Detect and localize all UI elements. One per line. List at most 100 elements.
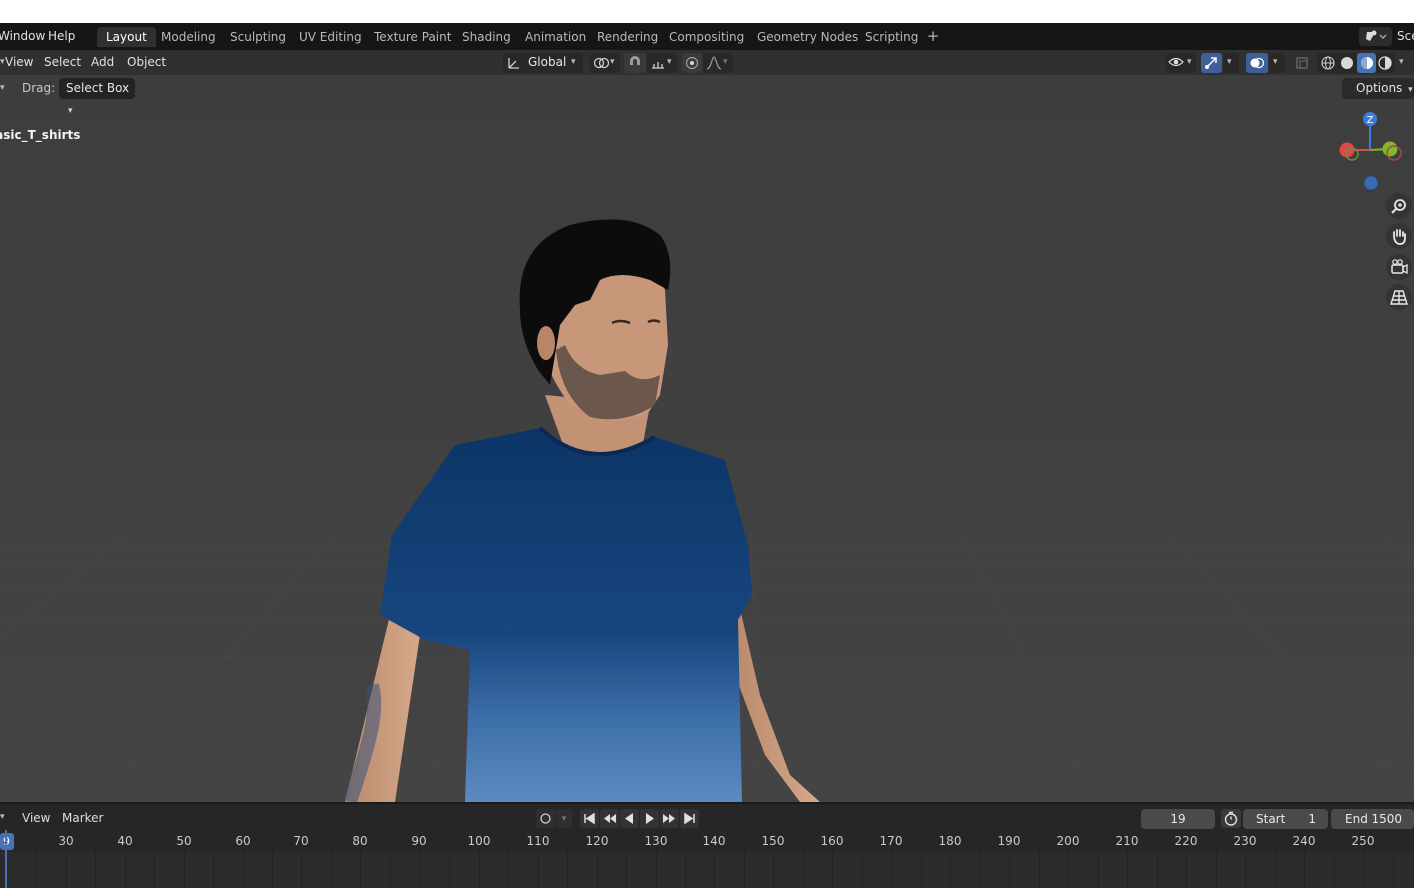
tab-texture-paint[interactable]: Texture Paint <box>365 27 460 47</box>
overlays-toggle[interactable] <box>1246 53 1268 73</box>
playhead-frame-badge[interactable]: 9 <box>0 833 14 850</box>
tab-uv-editing[interactable]: UV Editing <box>290 27 371 47</box>
keyframe-back-icon <box>604 814 616 823</box>
frame-tick: 130 <box>644 834 668 848</box>
viewport-header: ▾ View Select Add Object Global ▾ ▾ ▾ ▾ … <box>0 50 1414 75</box>
gizmo-toggle[interactable] <box>1201 53 1222 73</box>
timeline-menu-marker[interactable]: Marker <box>62 811 103 825</box>
frame-tick: 50 <box>176 834 192 848</box>
frame-tick: 180 <box>938 834 962 848</box>
timeline-keyframe-area[interactable] <box>0 852 1414 888</box>
blender-window: Window Help Layout Modeling Sculpting UV… <box>0 0 1414 888</box>
grid-line <box>1039 852 1040 888</box>
material-preview-shading-button[interactable] <box>1357 53 1376 73</box>
preview-range-toggle[interactable] <box>1221 809 1241 828</box>
tab-layout[interactable]: Layout <box>97 27 156 47</box>
y-axis-handle[interactable] <box>1382 141 1398 157</box>
editor-type-chevron-icon[interactable]: ▾ <box>0 57 5 67</box>
tab-scripting[interactable]: Scripting <box>856 27 927 47</box>
tab-modeling[interactable]: Modeling <box>152 27 225 47</box>
tab-compositing[interactable]: Compositing <box>660 27 753 47</box>
frame-tick: 40 <box>117 834 133 848</box>
frame-tick: 210 <box>1115 834 1139 848</box>
jump-to-start-button[interactable] <box>580 809 599 828</box>
auto-keying-toggle[interactable] <box>536 809 555 828</box>
current-frame-field[interactable]: 19 <box>1141 809 1215 829</box>
orientation-label: Global <box>528 55 567 69</box>
magnet-icon <box>630 56 640 65</box>
pivot-point-dropdown[interactable]: ▾ <box>590 53 620 73</box>
grid-line <box>1009 852 1010 888</box>
menu-view[interactable]: View <box>5 55 33 69</box>
xray-icon <box>1296 57 1308 69</box>
menu-add[interactable]: Add <box>91 55 114 69</box>
add-workspace-button[interactable]: + <box>925 27 941 47</box>
hand-pan-icon[interactable] <box>1386 223 1412 249</box>
grid-line <box>243 852 244 888</box>
floor-grid <box>0 75 1414 802</box>
camera-icon[interactable] <box>1386 254 1412 280</box>
orientation-axes-icon <box>508 58 519 69</box>
navigation-gizmo[interactable]: Z <box>1332 107 1414 193</box>
tool-settings-chevron-icon[interactable]: ▾ <box>0 83 5 93</box>
snap-target-dropdown[interactable]: ▾ <box>647 53 677 73</box>
keying-dropdown[interactable]: ▾ <box>556 809 572 828</box>
grid-perspective-icon[interactable] <box>1386 284 1412 310</box>
menu-select[interactable]: Select <box>44 55 81 69</box>
grid-line <box>272 852 273 888</box>
grid-line <box>1157 852 1158 888</box>
grid-line <box>301 852 302 888</box>
overlays-dropdown[interactable]: ▾ <box>1269 53 1285 73</box>
solid-shading-icon[interactable] <box>1339 56 1355 70</box>
menu-object[interactable]: Object <box>127 55 166 69</box>
rendered-shading-icon[interactable] <box>1377 56 1393 70</box>
tab-animation[interactable]: Animation <box>516 27 595 47</box>
drag-mode-dropdown[interactable]: Select Box ▾ <box>59 78 135 116</box>
play-button[interactable] <box>640 809 659 828</box>
drag-label: Drag: <box>22 81 56 95</box>
grid-line <box>891 852 892 888</box>
grid-line <box>1275 852 1276 888</box>
wireframe-shading-icon[interactable] <box>1320 56 1336 70</box>
snap-toggle[interactable] <box>624 53 646 73</box>
options-dropdown[interactable]: Options ▾ <box>1342 78 1414 99</box>
jump-to-keyframe-back-button[interactable] <box>600 809 619 828</box>
end-frame-field[interactable]: End 1500 <box>1331 809 1414 829</box>
xray-toggle[interactable] <box>1292 53 1312 73</box>
grid-line <box>360 852 361 888</box>
grid-line <box>1098 852 1099 888</box>
timeline-menu-view[interactable]: View <box>22 811 50 825</box>
grid-line <box>1068 852 1069 888</box>
transform-orientation-dropdown[interactable]: Global ▾ <box>503 53 583 73</box>
proportional-editing-toggle[interactable] <box>682 53 702 73</box>
start-frame-field[interactable]: Start 1 <box>1243 809 1328 829</box>
gizmo-dropdown[interactable]: ▾ <box>1223 53 1239 73</box>
grid-line <box>36 852 37 888</box>
grid-line <box>390 852 391 888</box>
playhead-line[interactable] <box>5 830 7 888</box>
chevron-down-icon: ▾ <box>1187 57 1192 67</box>
proportional-falloff-dropdown[interactable]: ▾ <box>703 53 733 73</box>
hand-glyph <box>1393 229 1406 245</box>
grid-line <box>656 852 657 888</box>
menu-window[interactable]: Window <box>0 29 45 43</box>
shading-options-chevron-icon[interactable]: ▾ <box>1399 57 1404 67</box>
scene-name[interactable]: Sce <box>1397 29 1414 43</box>
selectability-visibility-dropdown[interactable]: ▾ <box>1166 53 1196 73</box>
3d-viewport[interactable]: ▾ Drag: Select Box ▾ Options ▾ Basic_T_s… <box>0 75 1414 802</box>
tab-sculpting[interactable]: Sculpting <box>221 27 295 47</box>
tab-geometry-nodes[interactable]: Geometry Nodes <box>748 27 867 47</box>
neg-z-axis-handle[interactable] <box>1363 175 1379 191</box>
grid-line <box>1216 852 1217 888</box>
zoom-icon[interactable] <box>1386 193 1412 219</box>
scene-selector-button[interactable] <box>1359 27 1392 46</box>
jump-to-keyframe-forward-button[interactable] <box>660 809 679 828</box>
tab-rendering[interactable]: Rendering <box>588 27 667 47</box>
jump-to-end-button[interactable] <box>680 809 699 828</box>
play-reverse-button[interactable] <box>620 809 639 828</box>
tab-shading[interactable]: Shading <box>453 27 520 47</box>
timeline-frame-ruler[interactable]: 9 30 40 50 60 70 80 90 100 110 120 130 1… <box>0 830 1414 852</box>
frame-tick: 70 <box>293 834 309 848</box>
menu-help[interactable]: Help <box>48 29 75 43</box>
timeline-editor-chevron-icon[interactable]: ▾ <box>0 812 5 822</box>
